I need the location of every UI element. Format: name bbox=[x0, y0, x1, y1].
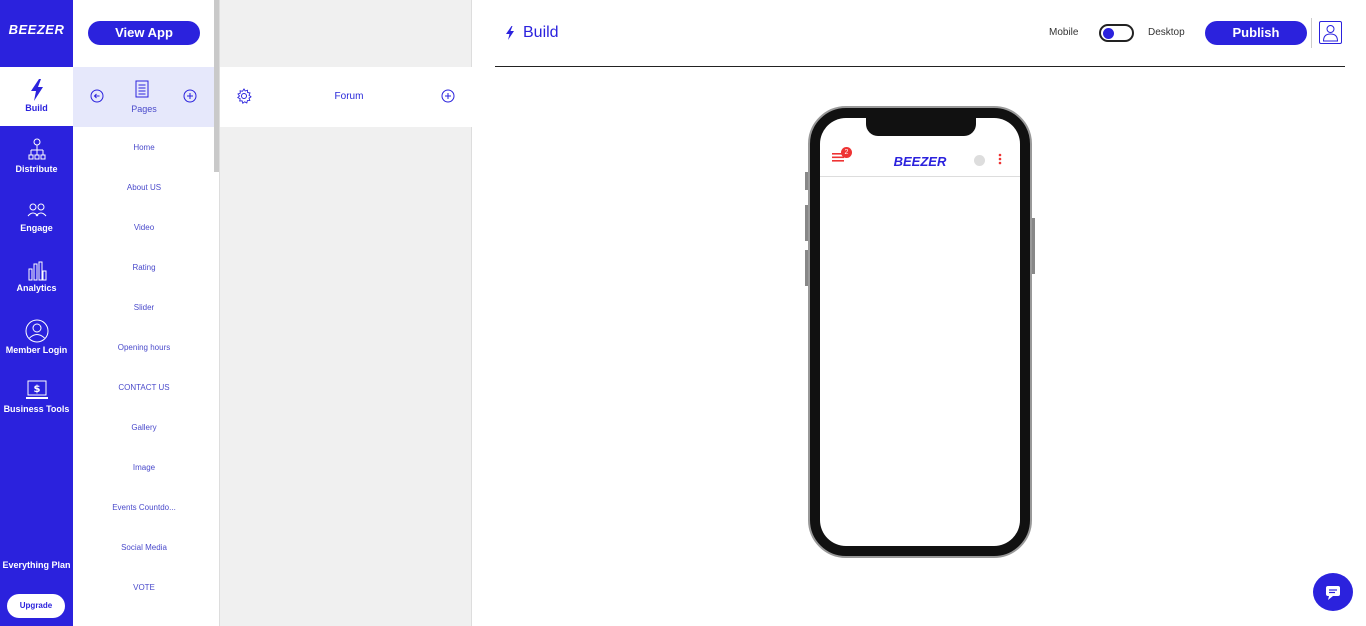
phone-volume-up bbox=[805, 205, 808, 241]
bolt-icon bbox=[30, 79, 43, 101]
view-app-button[interactable]: View App bbox=[88, 21, 200, 45]
back-arrow-icon[interactable] bbox=[90, 89, 104, 103]
top-bar: Build Mobile Desktop Publish bbox=[495, 0, 1345, 67]
page-item-video[interactable]: Video bbox=[73, 208, 215, 248]
add-page-icon[interactable] bbox=[183, 89, 197, 103]
plan-label: Everything Plan bbox=[2, 560, 71, 570]
nav-build-label: Build bbox=[25, 103, 48, 113]
nav-distribute-label: Distribute bbox=[15, 164, 58, 174]
page-item-home[interactable]: Home bbox=[73, 128, 215, 168]
toggle-knob bbox=[1103, 28, 1114, 39]
page-item-gallery[interactable]: Gallery bbox=[73, 408, 215, 448]
add-subpage-icon[interactable] bbox=[441, 89, 455, 103]
upgrade-button[interactable]: Upgrade bbox=[7, 594, 65, 618]
pages-panel: View App Pages Home About US Video Ratin… bbox=[73, 0, 219, 626]
nav-engage[interactable]: Engage bbox=[0, 201, 73, 233]
main-area: Build Mobile Desktop Publish 2 BEEZER bbox=[473, 0, 1366, 626]
page-item-contact-us[interactable]: CONTACT US bbox=[73, 368, 215, 408]
page-title-text: Build bbox=[523, 24, 559, 41]
page-item-social-media[interactable]: Social Media bbox=[73, 528, 215, 568]
more-vertical-icon[interactable] bbox=[998, 153, 1002, 165]
mobile-label: Mobile bbox=[1049, 27, 1079, 38]
user-circle-icon bbox=[25, 319, 48, 343]
phone-power-button bbox=[1032, 218, 1035, 274]
app-header: 2 BEEZER bbox=[820, 144, 1020, 177]
nav-build[interactable]: Build bbox=[0, 67, 73, 126]
phone-preview: 2 BEEZER bbox=[808, 106, 1032, 558]
phone-notch bbox=[866, 118, 976, 136]
pages-header: Pages bbox=[73, 67, 219, 127]
chat-icon bbox=[1326, 586, 1340, 600]
nav-business-tools-label: Business Tools bbox=[3, 404, 70, 414]
nav-engage-label: Engage bbox=[20, 223, 53, 233]
page-title: Build bbox=[505, 24, 559, 42]
app-logo: BEEZER bbox=[893, 154, 947, 169]
nav-member-login-label: Member Login bbox=[5, 345, 68, 355]
page-item-about-us[interactable]: About US bbox=[73, 168, 215, 208]
bolt-icon bbox=[506, 25, 514, 40]
sub-pages-panel: Forum bbox=[219, 0, 472, 626]
page-item-opening-hours[interactable]: Opening hours bbox=[73, 328, 215, 368]
phone-mute-switch bbox=[805, 172, 808, 190]
account-button[interactable] bbox=[1319, 21, 1342, 44]
user-icon bbox=[1322, 25, 1339, 42]
network-icon bbox=[28, 138, 45, 160]
pages-label: Pages bbox=[131, 104, 157, 114]
chat-button[interactable] bbox=[1313, 573, 1353, 611]
svg-text:$: $ bbox=[33, 384, 40, 395]
page-item-slider[interactable]: Slider bbox=[73, 288, 215, 328]
monitor-dollar-icon: $ bbox=[25, 380, 48, 399]
nav-analytics-label: Analytics bbox=[16, 283, 57, 293]
pages-icon bbox=[135, 80, 149, 98]
view-toggle[interactable] bbox=[1099, 24, 1134, 42]
nav-analytics[interactable]: Analytics bbox=[0, 261, 73, 293]
phone-volume-down bbox=[805, 250, 808, 286]
users-icon bbox=[27, 203, 46, 217]
phone-screen: 2 BEEZER bbox=[820, 118, 1020, 546]
left-nav: BEEZER Build Distribute Engage Analytics… bbox=[0, 0, 73, 626]
circle-icon[interactable] bbox=[974, 155, 985, 166]
sub-page-row-forum[interactable]: Forum bbox=[220, 67, 472, 127]
nav-business-tools[interactable]: $ Business Tools bbox=[0, 380, 73, 414]
app-root: BEEZER Build Distribute Engage Analytics… bbox=[0, 0, 1366, 626]
page-item-vote[interactable]: VOTE bbox=[73, 568, 215, 608]
beezer-logo[interactable]: BEEZER bbox=[0, 22, 73, 37]
page-item-rating[interactable]: Rating bbox=[73, 248, 215, 288]
sub-page-label: Forum bbox=[334, 91, 364, 102]
divider bbox=[1311, 18, 1312, 48]
page-list: Home About US Video Rating Slider Openin… bbox=[73, 128, 215, 608]
page-item-events-countdown[interactable]: Events Countdo... bbox=[73, 488, 215, 528]
bar-chart-icon bbox=[28, 261, 46, 281]
nav-member-login[interactable]: Member Login bbox=[0, 319, 73, 355]
desktop-label: Desktop bbox=[1148, 27, 1185, 38]
page-item-image[interactable]: Image bbox=[73, 448, 215, 488]
nav-distribute[interactable]: Distribute bbox=[0, 138, 73, 174]
publish-button[interactable]: Publish bbox=[1205, 21, 1307, 45]
